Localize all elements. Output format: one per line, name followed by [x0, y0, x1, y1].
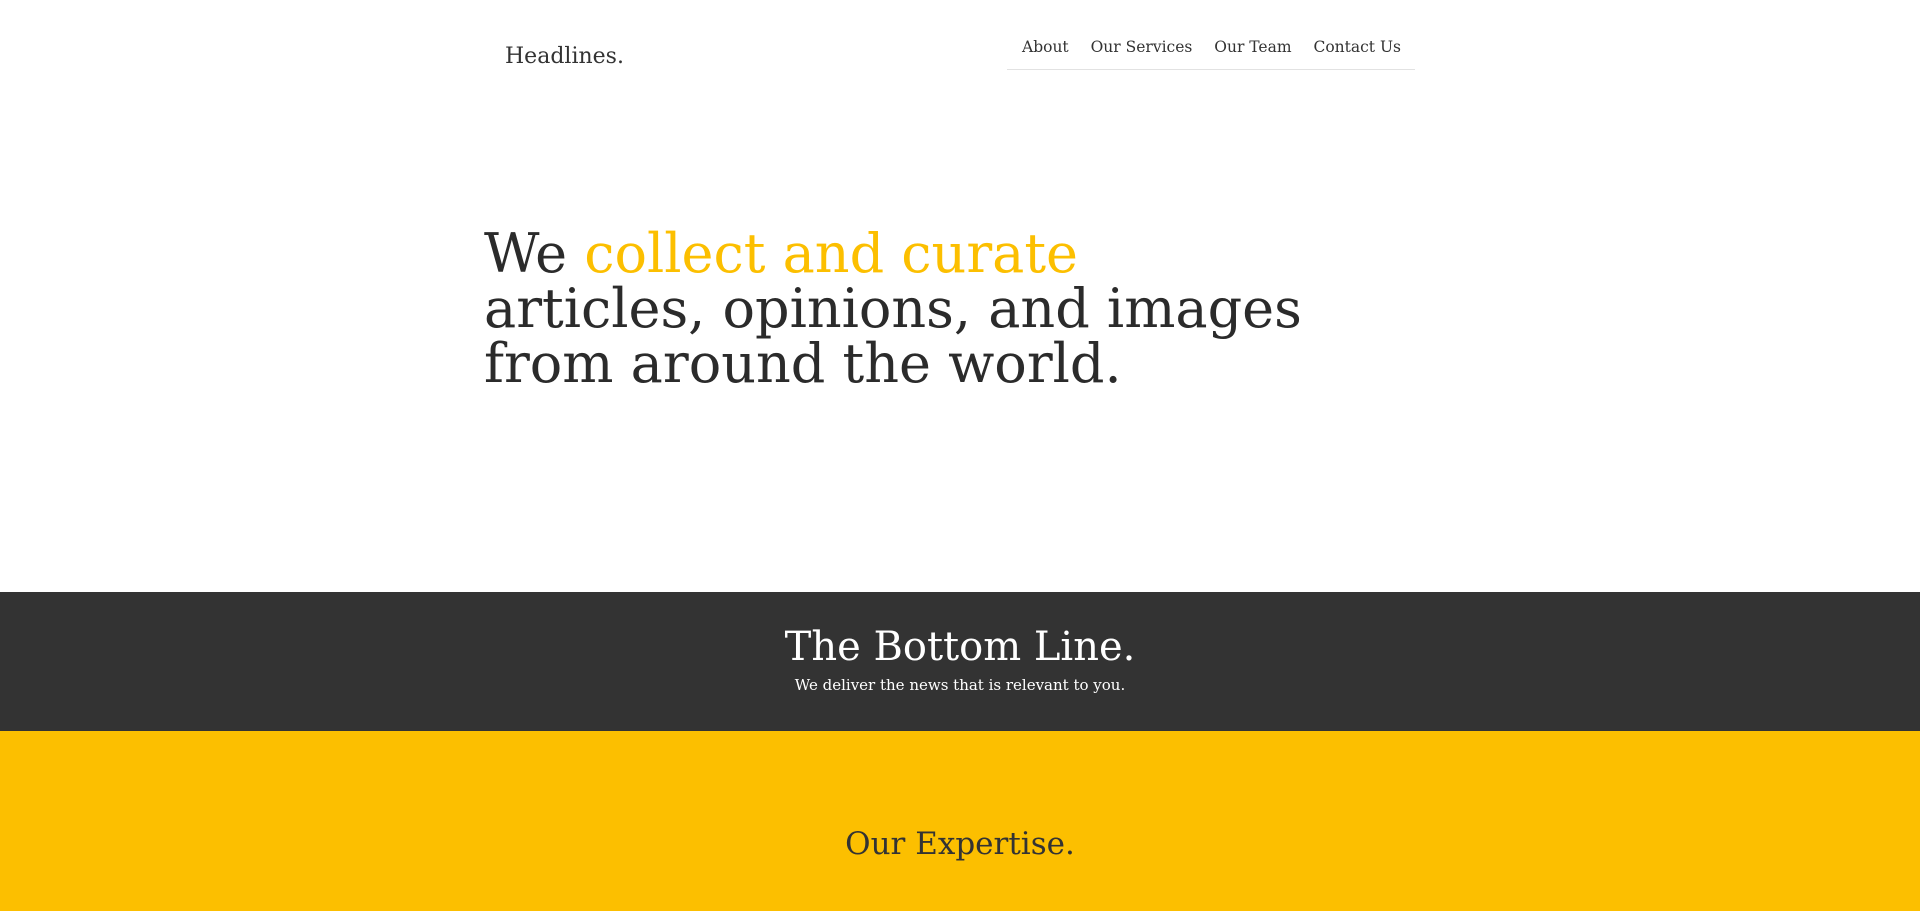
hero-headline: We collect and curate articles, opinions…	[484, 226, 1384, 391]
page: Headlines. About Our Services Our Team C…	[0, 0, 1920, 911]
nav-link-contact-us[interactable]: Contact Us	[1313, 37, 1401, 69]
expertise-section: Our Expertise.	[0, 731, 1920, 911]
bottom-line-section: The Bottom Line. We deliver the news tha…	[0, 592, 1920, 731]
hero-line-2: articles, opinions, and images	[484, 277, 1302, 340]
bottom-line-title: The Bottom Line.	[784, 624, 1136, 670]
nav-link-our-services[interactable]: Our Services	[1091, 37, 1193, 69]
hero-line-1: We collect and curate	[484, 222, 1078, 285]
nav-link-our-team[interactable]: Our Team	[1214, 37, 1291, 69]
site-header: Headlines. About Our Services Our Team C…	[0, 0, 1920, 110]
nav-link-about[interactable]: About	[1022, 37, 1069, 69]
expertise-title: Our Expertise.	[845, 826, 1075, 862]
hero-lead-word: We	[484, 222, 568, 285]
hero-line-3: from around the world.	[484, 332, 1122, 395]
main-nav: About Our Services Our Team Contact Us	[1007, 37, 1415, 70]
hero-highlight: collect and curate	[584, 222, 1078, 285]
brand-logo-link[interactable]: Headlines.	[505, 44, 624, 70]
bottom-line-subtitle: We deliver the news that is relevant to …	[794, 676, 1126, 694]
